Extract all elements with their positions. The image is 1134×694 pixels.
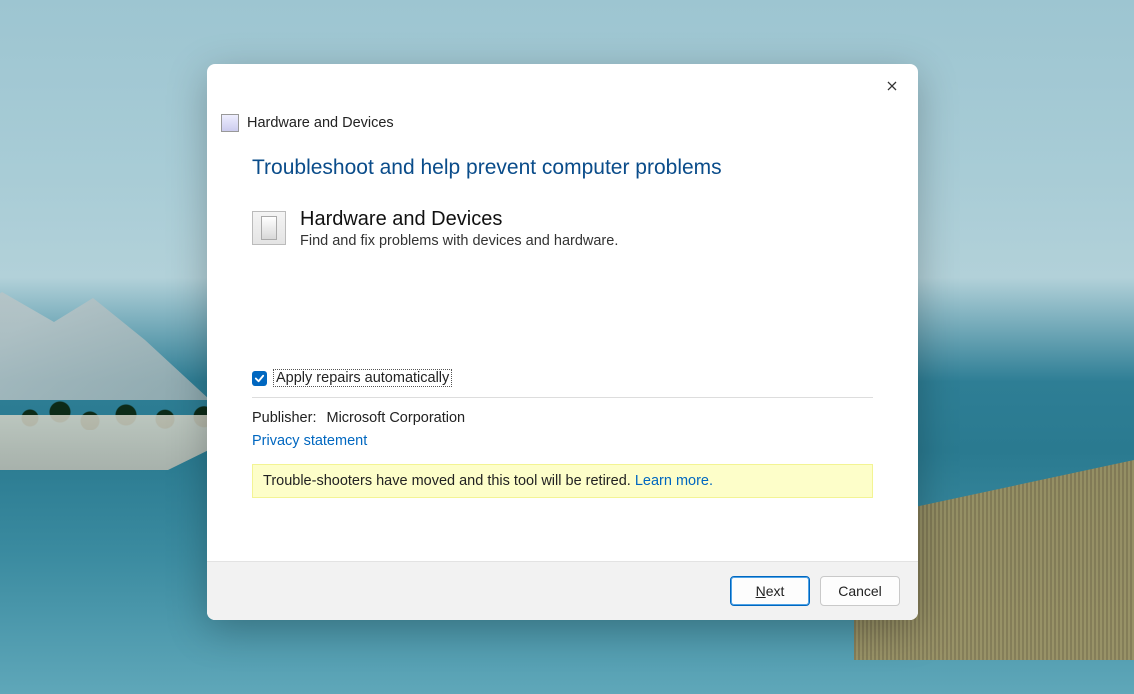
dialog-footer: Next Cancel — [207, 561, 918, 620]
notice-text: Trouble-shooters have moved and this too… — [263, 473, 635, 489]
auto-repair-checkbox[interactable] — [252, 371, 267, 386]
close-icon — [887, 81, 897, 91]
hardware-small-icon — [221, 114, 239, 132]
close-button[interactable] — [876, 72, 908, 100]
dialog-title: Hardware and Devices — [247, 115, 394, 131]
dialog-body: Troubleshoot and help prevent computer p… — [207, 132, 918, 561]
divider — [252, 397, 873, 398]
cancel-button[interactable]: Cancel — [820, 576, 900, 606]
next-suffix: ext — [766, 583, 785, 599]
next-accelerator: N — [756, 583, 766, 599]
item-title: Hardware and Devices — [300, 208, 618, 231]
publisher-row: Publisher: Microsoft Corporation — [252, 410, 873, 426]
troubleshooter-dialog: Hardware and Devices Troubleshoot and he… — [207, 64, 918, 620]
page-title: Troubleshoot and help prevent computer p… — [252, 156, 873, 180]
dialog-header: Hardware and Devices — [207, 64, 918, 132]
publisher-label: Publisher: — [252, 410, 316, 426]
item-description: Find and fix problems with devices and h… — [300, 233, 618, 249]
learn-more-link[interactable]: Learn more. — [635, 473, 713, 489]
next-button[interactable]: Next — [730, 576, 810, 606]
troubleshooter-item: Hardware and Devices Find and fix proble… — [252, 208, 873, 249]
desktop-background: Hardware and Devices Troubleshoot and he… — [0, 0, 1134, 694]
spacer — [252, 259, 873, 369]
hardware-icon — [252, 211, 286, 245]
publisher-value: Microsoft Corporation — [326, 410, 465, 426]
auto-repair-label-focus: Apply repairs automatically — [273, 369, 452, 387]
auto-repair-label: Apply repairs automatically — [276, 370, 449, 386]
auto-repair-row[interactable]: Apply repairs automatically — [252, 369, 873, 387]
retirement-notice: Trouble-shooters have moved and this too… — [252, 464, 873, 498]
checkmark-icon — [254, 373, 265, 384]
privacy-statement-link[interactable]: Privacy statement — [252, 433, 367, 449]
